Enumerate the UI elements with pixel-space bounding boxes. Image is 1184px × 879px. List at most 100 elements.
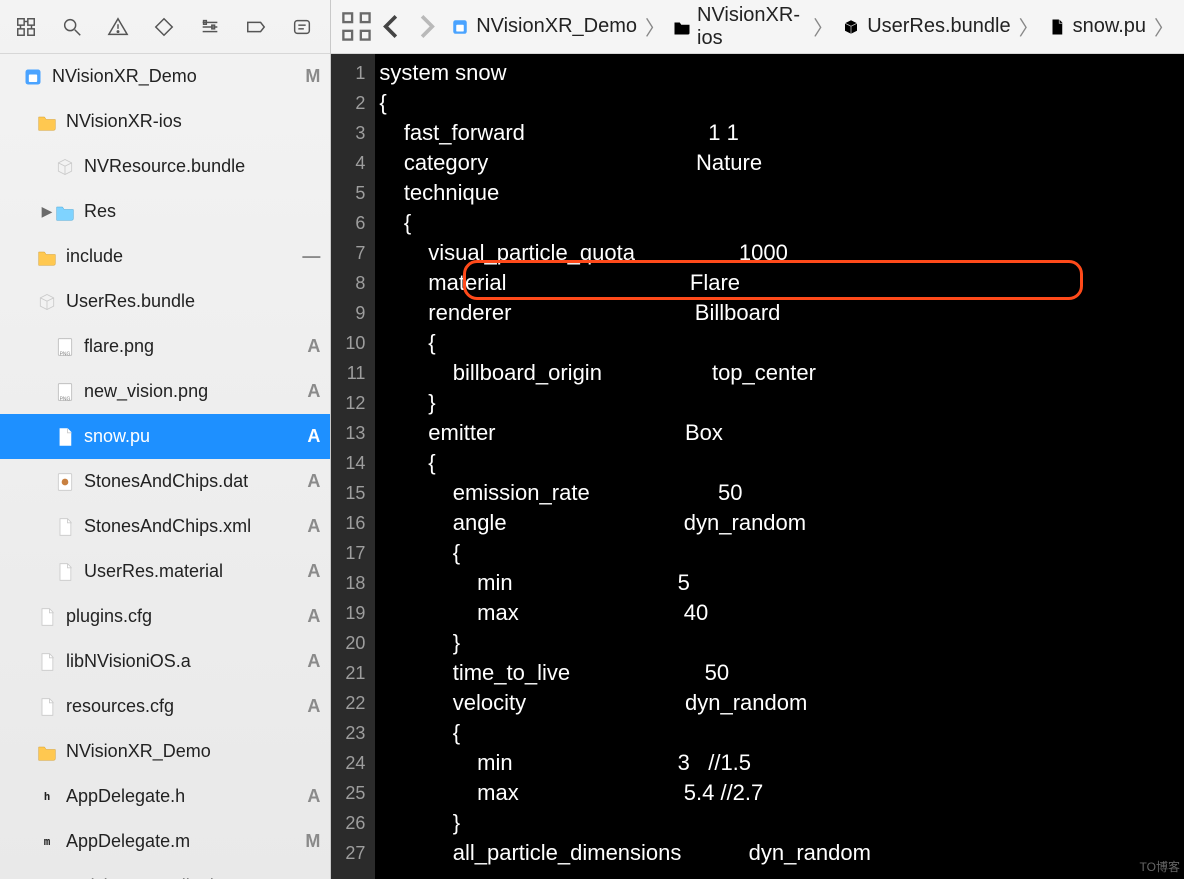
scm-status: A bbox=[301, 651, 320, 672]
breadcrumb-icon bbox=[673, 17, 691, 37]
code-text[interactable]: system snow { fast_forward 1 1 category … bbox=[379, 58, 1184, 868]
file-row[interactable]: StonesAndChips.datA bbox=[0, 459, 330, 504]
breadcrumb-segment[interactable]: snow.pu bbox=[1041, 15, 1152, 38]
file-icon bbox=[36, 606, 58, 628]
file-name: UserRes.material bbox=[84, 561, 301, 582]
disclosure-triangle-icon[interactable]: ▶ bbox=[40, 203, 54, 220]
file-name: StonesAndChips.dat bbox=[84, 471, 301, 492]
file-name: UserRes.bundle bbox=[66, 291, 314, 312]
code-editor[interactable]: 1234567891011121314151617181920212223242… bbox=[331, 54, 1184, 879]
file-icon: PNG bbox=[54, 336, 76, 358]
file-row[interactable]: libNVisioniOS.aA bbox=[0, 639, 330, 684]
file-row[interactable]: StonesAndChips.xmlA bbox=[0, 504, 330, 549]
jump-bar: NVisionXR_Demo〉NVisionXR-ios〉UserRes.bun… bbox=[331, 0, 1184, 54]
file-row[interactable]: NVisionXR-ios bbox=[0, 99, 330, 144]
file-row[interactable]: ▶ Res bbox=[0, 189, 330, 234]
breadcrumb-segment[interactable]: NVisionXR-ios bbox=[667, 4, 811, 50]
line-gutter: 1234567891011121314151617181920212223242… bbox=[331, 54, 375, 879]
file-name: AppDelegate.h bbox=[66, 786, 301, 807]
related-items-icon[interactable] bbox=[339, 9, 374, 45]
scm-status: A bbox=[301, 516, 320, 537]
file-icon bbox=[54, 516, 76, 538]
file-name: NVisionXR_Demo bbox=[66, 741, 314, 762]
file-row[interactable]: h AppDelegate.hA bbox=[0, 774, 330, 819]
scm-status: — bbox=[296, 246, 320, 267]
file-name: new_vision.png bbox=[84, 381, 301, 402]
file-name: NVisionXR_Demo bbox=[52, 66, 299, 87]
file-name: Res bbox=[84, 201, 314, 222]
file-row[interactable]: include— bbox=[0, 234, 330, 279]
chevron-right-icon: 〉 bbox=[1017, 12, 1041, 41]
breadcrumb[interactable]: NVisionXR_Demo〉NVisionXR-ios〉UserRes.bun… bbox=[444, 4, 1176, 50]
scm-status: A bbox=[301, 381, 320, 402]
file-icon bbox=[36, 111, 58, 133]
file-icon bbox=[36, 246, 58, 268]
file-row[interactable]: hNVisionController.hA bbox=[0, 864, 330, 879]
scm-status: A bbox=[301, 606, 320, 627]
file-row[interactable]: PNG flare.pngA bbox=[0, 324, 330, 369]
file-row[interactable]: snow.puA bbox=[0, 414, 330, 459]
search-nav-icon[interactable] bbox=[58, 13, 86, 41]
file-row[interactable]: UserRes.materialA bbox=[0, 549, 330, 594]
breadcrumb-label: snow.pu bbox=[1073, 15, 1146, 38]
file-row[interactable]: PNG new_vision.pngA bbox=[0, 369, 330, 414]
scm-status: A bbox=[301, 471, 320, 492]
navigator-toolbar bbox=[0, 0, 330, 54]
file-name: plugins.cfg bbox=[66, 606, 301, 627]
breadcrumb-icon bbox=[450, 17, 470, 37]
file-name: resources.cfg bbox=[66, 696, 301, 717]
breadcrumb-label: NVisionXR_Demo bbox=[476, 15, 637, 38]
code-content[interactable]: system snow { fast_forward 1 1 category … bbox=[375, 54, 1184, 879]
watermark: TO博客 bbox=[1140, 858, 1180, 875]
file-icon bbox=[54, 561, 76, 583]
scm-status: M bbox=[299, 831, 320, 852]
test-nav-icon[interactable] bbox=[150, 13, 178, 41]
svg-text:PNG: PNG bbox=[60, 351, 71, 357]
file-icon: PNG bbox=[54, 381, 76, 403]
file-tree[interactable]: NVisionXR_DemoMNVisionXR-iosNVResource.b… bbox=[0, 54, 330, 879]
file-icon bbox=[36, 651, 58, 673]
file-row[interactable]: NVisionXR_Demo bbox=[0, 729, 330, 774]
breakpoint-nav-icon[interactable] bbox=[242, 13, 270, 41]
file-icon bbox=[54, 426, 76, 448]
scm-status: A bbox=[301, 336, 320, 357]
file-row[interactable]: plugins.cfgA bbox=[0, 594, 330, 639]
nav-back-icon[interactable] bbox=[374, 9, 409, 45]
file-row[interactable]: m AppDelegate.mM bbox=[0, 819, 330, 864]
file-name: NVisionXR-ios bbox=[66, 111, 314, 132]
chevron-right-icon: 〉 bbox=[1152, 12, 1176, 41]
file-row[interactable]: NVisionXR_DemoM bbox=[0, 54, 330, 99]
debug-nav-icon[interactable] bbox=[196, 13, 224, 41]
file-icon bbox=[54, 201, 76, 223]
project-nav-icon[interactable] bbox=[12, 13, 40, 41]
file-row[interactable]: NVResource.bundle bbox=[0, 144, 330, 189]
file-icon: h bbox=[36, 876, 58, 879]
file-name: snow.pu bbox=[84, 426, 301, 447]
nav-forward-icon[interactable] bbox=[409, 9, 444, 45]
breadcrumb-segment[interactable]: UserRes.bundle bbox=[835, 15, 1016, 38]
scm-status: A bbox=[301, 426, 320, 447]
file-name: AppDelegate.m bbox=[66, 831, 299, 852]
project-navigator: NVisionXR_DemoMNVisionXR-iosNVResource.b… bbox=[0, 0, 331, 879]
file-icon bbox=[54, 471, 76, 493]
file-name: flare.png bbox=[84, 336, 301, 357]
editor-area: NVisionXR_Demo〉NVisionXR-ios〉UserRes.bun… bbox=[331, 0, 1184, 879]
breadcrumb-icon bbox=[1047, 17, 1067, 37]
file-icon bbox=[22, 66, 44, 88]
file-row[interactable]: resources.cfgA bbox=[0, 684, 330, 729]
file-icon: m bbox=[36, 831, 58, 853]
file-name: StonesAndChips.xml bbox=[84, 516, 301, 537]
file-icon: h bbox=[36, 786, 58, 808]
scm-status: A bbox=[301, 786, 320, 807]
report-nav-icon[interactable] bbox=[288, 13, 316, 41]
breadcrumb-label: NVisionXR-ios bbox=[697, 4, 805, 50]
chevron-right-icon: 〉 bbox=[811, 12, 835, 41]
breadcrumb-segment[interactable]: NVisionXR_Demo bbox=[444, 15, 643, 38]
svg-text:PNG: PNG bbox=[60, 396, 71, 402]
file-row[interactable]: UserRes.bundle bbox=[0, 279, 330, 324]
breadcrumb-label: UserRes.bundle bbox=[867, 15, 1010, 38]
chevron-right-icon: 〉 bbox=[643, 12, 667, 41]
file-name: include bbox=[66, 246, 296, 267]
issue-nav-icon[interactable] bbox=[104, 13, 132, 41]
file-icon bbox=[36, 291, 58, 313]
